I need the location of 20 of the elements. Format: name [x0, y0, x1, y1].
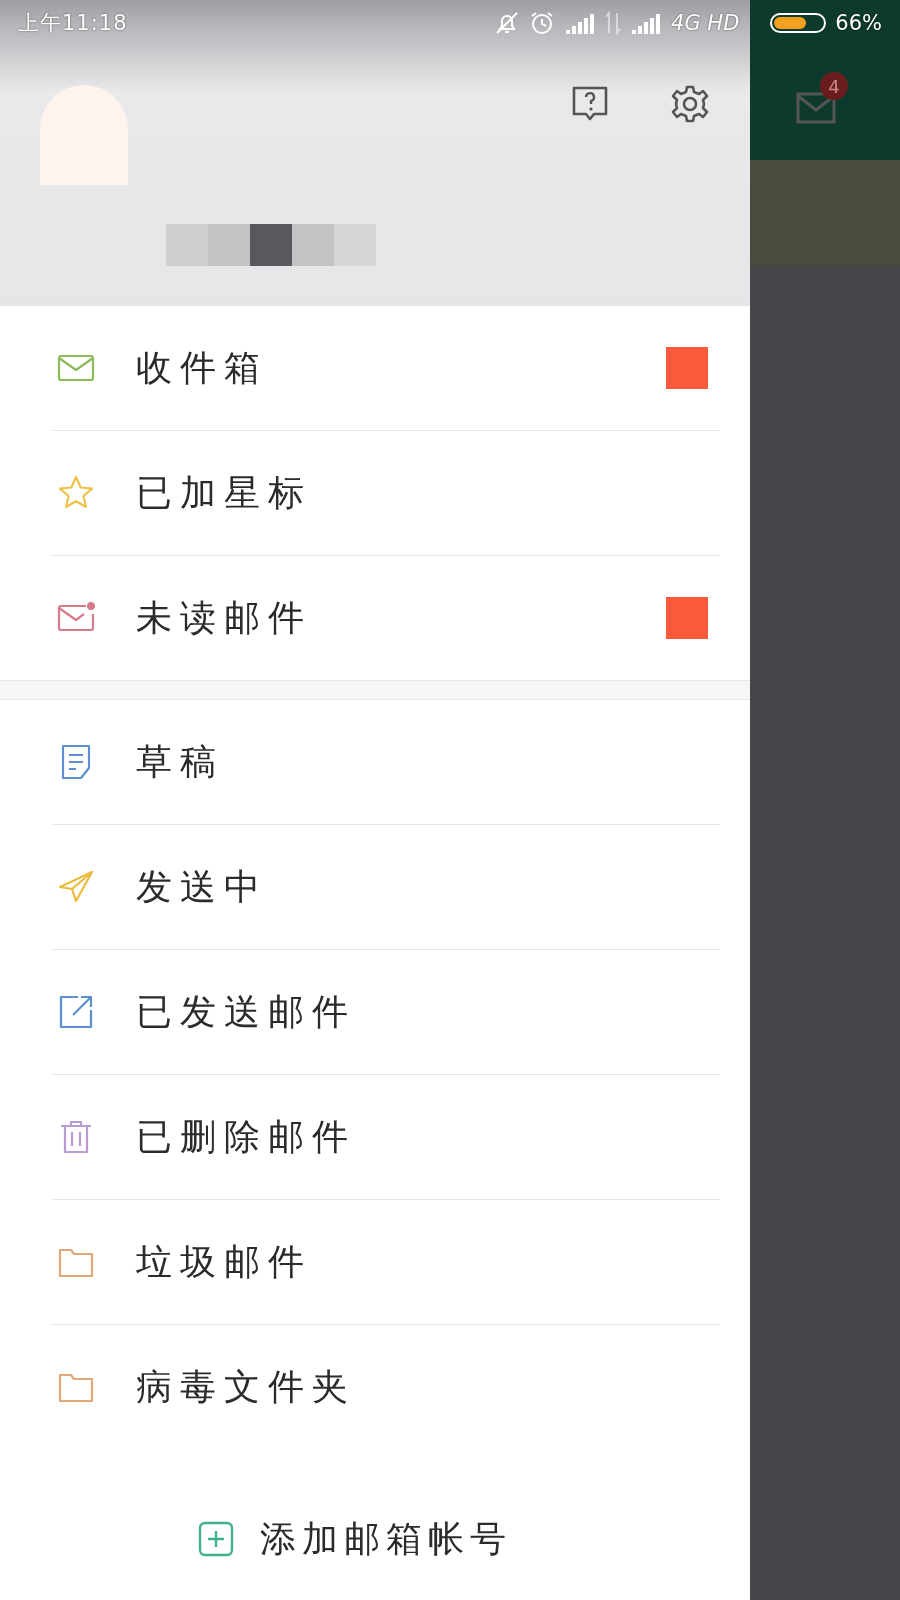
bell-off-icon	[494, 10, 521, 36]
settings-icon[interactable]	[670, 84, 710, 124]
signal-icon	[630, 12, 663, 34]
add-icon[interactable]	[198, 1521, 234, 1557]
folder-item[interactable]: 已加星标	[0, 431, 750, 555]
folder-item[interactable]: 收件箱	[0, 306, 750, 430]
folder-item[interactable]: 已删除邮件	[0, 1075, 750, 1199]
folder-item[interactable]: 草稿	[0, 700, 750, 824]
folder-item[interactable]: 发送中	[0, 825, 750, 949]
folder-item[interactable]: 已发送邮件	[0, 950, 750, 1074]
battery-percent: 66%	[835, 11, 882, 35]
signal-icon	[564, 12, 597, 34]
count-badge: 4	[820, 72, 848, 100]
data-arrows-icon	[605, 11, 622, 35]
folder-item[interactable]: 垃圾邮件	[0, 1200, 750, 1324]
folder-item[interactable]: 病毒文件夹	[0, 1325, 750, 1449]
folder-item[interactable]: 未读邮件	[0, 556, 750, 680]
network-label: 4G HD	[671, 11, 740, 35]
status-time: 上午11:18	[18, 10, 129, 37]
add-account-link[interactable]: 添加邮箱帐号	[260, 1514, 512, 1564]
